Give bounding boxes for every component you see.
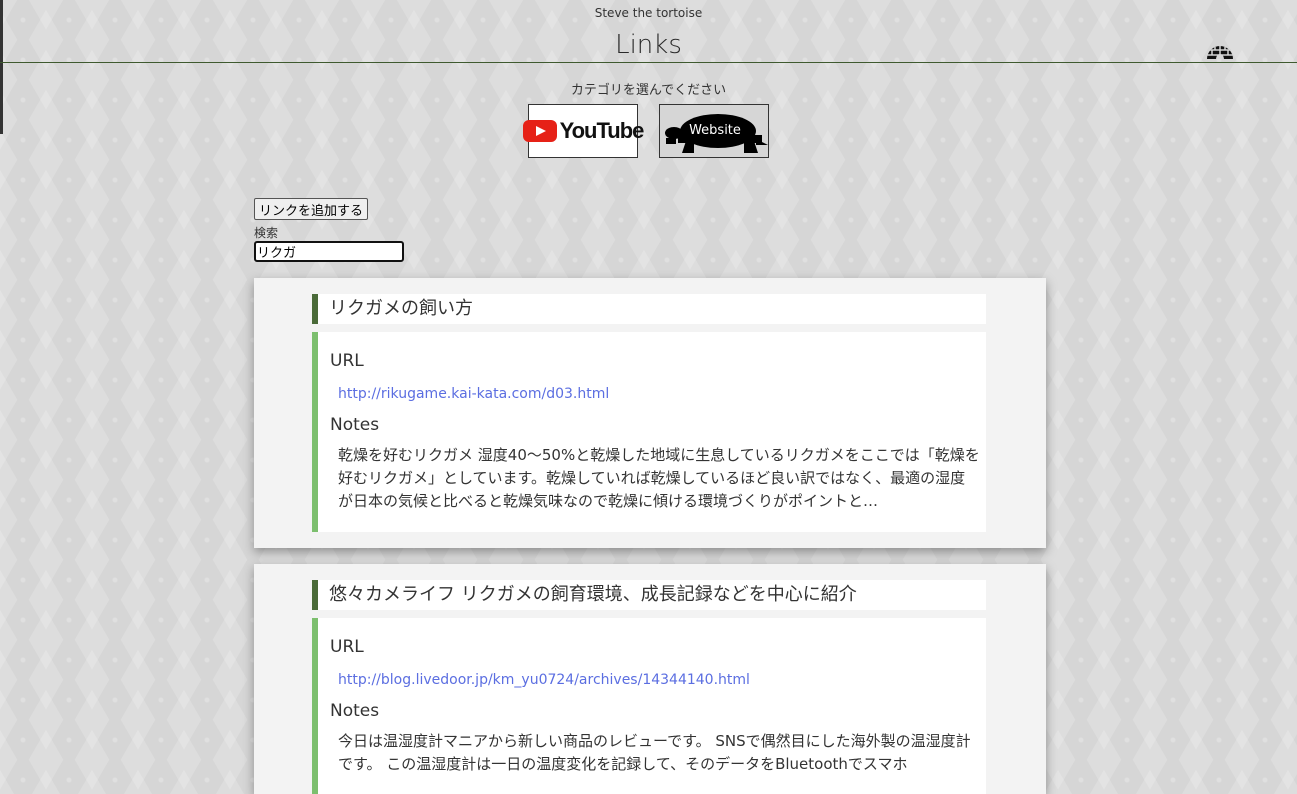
- link-title: 悠々カメライフ リクガメの飼育環境、成長記録などを中心に紹介: [312, 580, 986, 610]
- igloo-icon[interactable]: [1205, 38, 1235, 60]
- notes-label: Notes: [330, 701, 380, 721]
- notes-label: Notes: [330, 415, 380, 435]
- url-label: URL: [330, 637, 364, 657]
- play-icon: [522, 120, 557, 142]
- link-notes: 今日は温湿度計マニアから新しい商品のレビューです。 SNSで偶然目にした海外製の…: [338, 732, 971, 773]
- url-label: URL: [330, 351, 364, 371]
- link-body: URL http://blog.livedoor.jp/km_yu0724/ar…: [312, 618, 986, 794]
- search-label: 検索: [254, 226, 279, 240]
- site-name: Steve the tortoise: [594, 6, 703, 20]
- page-header: Steve the tortoise Links: [0, 0, 1297, 63]
- youtube-category-button[interactable]: YouTube: [522, 104, 644, 158]
- search-input[interactable]: [254, 241, 404, 262]
- link-body: URL http://rikugame.kai-kata.com/d03.htm…: [312, 332, 986, 532]
- youtube-logo: YouTube: [522, 118, 645, 144]
- website-category-button[interactable]: Website: [659, 104, 769, 158]
- youtube-label: YouTube: [559, 118, 645, 143]
- link-card: 悠々カメライフ リクガメの飼育環境、成長記録などを中心に紹介 URL http:…: [254, 564, 1046, 794]
- category-prompt: カテゴリを選んでください: [570, 83, 727, 98]
- link-card: リクガメの飼い方 URL http://rikugame.kai-kata.co…: [254, 278, 1046, 548]
- add-link-button[interactable]: リンクを追加する: [254, 198, 369, 220]
- link-url[interactable]: http://blog.livedoor.jp/km_yu0724/archiv…: [338, 670, 986, 690]
- link-url[interactable]: http://rikugame.kai-kata.com/d03.html: [338, 384, 986, 404]
- link-title: リクガメの飼い方: [312, 294, 986, 324]
- page-title: Links: [615, 30, 682, 60]
- website-label: Website: [689, 123, 741, 138]
- link-notes: 乾燥を好むリクガメ 湿度40～50%と乾燥した地域に生息しているリクガメをここで…: [338, 446, 980, 510]
